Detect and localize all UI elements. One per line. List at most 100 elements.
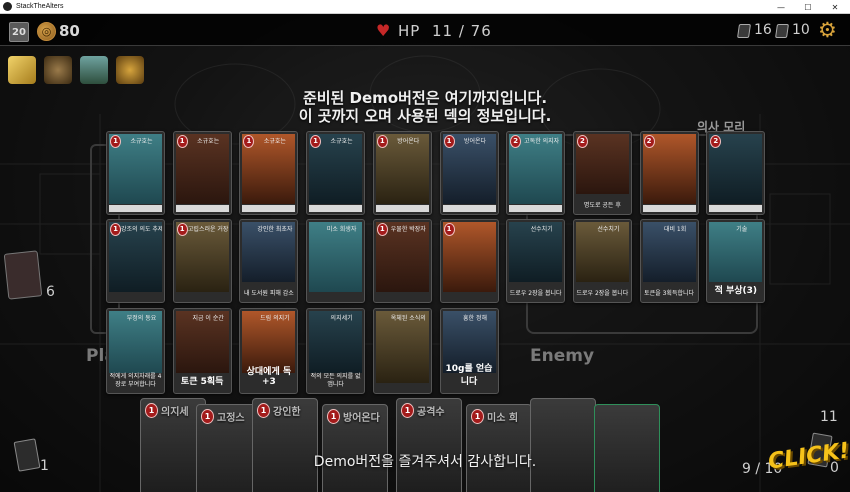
discard-pile-count: 10 [792,22,810,38]
app-icon [3,2,12,11]
side-pile-card[interactable] [3,250,43,300]
card-effect: 적 부상(3) [714,286,758,296]
card-cost: 1 [376,223,388,236]
thanks-message: Demo버전을 즐겨주셔서 감사합니다. [313,454,537,470]
card-name: 옥체된 소식의 [390,315,426,322]
hand-card[interactable]: 1 강인한 [252,398,318,492]
jar-icon[interactable] [80,56,108,84]
deck-card[interactable]: 1 방어온다 [439,131,499,215]
hand-card[interactable]: 1 공격수 [396,398,462,492]
sword-shield-icon[interactable] [116,56,144,84]
card-cost: 2 [643,135,655,148]
card-cost: 2 [576,135,588,148]
card-effect: 10g를 얻습니다 [445,364,493,387]
deck-card[interactable]: 1 [439,219,499,303]
card-description: 내 도서원 피해 감소 [243,290,294,297]
card-footer [375,205,429,212]
deck-card[interactable]: 1 소규호는 [172,131,232,215]
deck-card[interactable]: 1 우물한 박장자 [372,219,432,303]
card-footer [709,205,763,212]
card-name: 고독한 의지자 [524,138,560,145]
gold-value: 80 [59,22,80,40]
card-name: 고립스러운 거장 [187,226,229,233]
hand-card[interactable]: 1 방어온다 [322,404,388,492]
card-footer [509,205,563,212]
hand-card-cost: 1 [327,409,340,424]
deck-card[interactable]: 1 방어온다 [372,131,432,215]
card-name: 소규호는 [330,138,353,145]
hand-card-name: 공격수 [417,407,445,418]
deck-card[interactable]: 2 고독한 의지자 [506,131,566,215]
hand-card-name: 강인한 [273,407,301,418]
deck-card[interactable]: 2 [706,131,766,215]
card-name: 미소 희생자 [326,226,357,233]
maximize-button[interactable]: ☐ [795,0,821,14]
card-description: 명도로 공든 후 [583,202,621,209]
gear-icon[interactable]: ⚙ [818,19,837,41]
deck-card[interactable]: 기술 적 부상(3) [706,219,766,303]
deck-card[interactable]: 1 소규호는 [106,131,165,215]
gold-bar-icon[interactable] [8,56,36,84]
card-name: 강조의 의도 추제 [121,226,162,233]
hand-card-cost: 1 [257,403,270,418]
card-description: 적에게 의지자래를 4장로 부여합니다 [109,373,162,388]
left-pile-count: 6 [46,284,55,300]
hand-card[interactable] [594,404,660,492]
hand-card-cost: 1 [145,403,158,418]
card-footer [309,205,363,212]
close-button[interactable]: ✕ [822,0,848,14]
minimize-button[interactable]: — [768,0,794,14]
card-footer [109,205,162,212]
deck-card[interactable]: 지금 이 순간 토큰 5획득 [172,308,232,394]
hand-card-name: 고정스 [217,413,245,424]
hp-value: 11 / 76 [432,22,492,40]
deck-card[interactable]: 미소 희생자 [306,219,366,303]
card-name: 지금 이 순간 [192,315,224,322]
deck-card[interactable]: 1 소규호는 [306,131,366,215]
card-footer [175,205,229,212]
card-name: 방어온다 [397,138,420,145]
hp-label: HP [398,22,421,40]
deck-card[interactable]: 선수치기 드로우 2장을 봅니다 [506,219,566,303]
card-name: 드림 의지기 [260,315,290,322]
card-name: 소규호는 [263,138,286,145]
hand-card[interactable]: 1 미소 희 [466,404,532,492]
deck-card[interactable]: 강인한 최초자 내 도서원 피해 감소 [239,219,299,303]
card-name: 부정의 동요 [126,315,157,322]
card-description: 드로우 2장을 봅니다 [509,290,562,297]
window-title: StackTheAlters [16,3,64,10]
hand-card-name: 방어온다 [343,413,380,424]
card-name: 소규호는 [130,138,153,145]
card-name: 방어온다 [463,138,487,145]
hand-card-cost: 1 [201,409,214,424]
calendar-icon: 20 [9,22,29,42]
deck-card[interactable]: 의지세기 적의 모든 의지를 없앱니다 [306,308,366,394]
hand-card-cost: 1 [401,403,414,418]
deck-card[interactable]: 1 소규호는 [239,131,299,215]
deck-card[interactable]: 흥한 정해 10g를 얻습니다 [439,308,499,394]
card-description: 드로우 2장을 봅니다 [576,290,629,297]
magnifier-icon[interactable] [44,56,72,84]
game-area: 20 ◎ 80 ♥ HP 11 / 76 16 10 ⚙ 준비된 Demo버전은… [0,14,850,492]
card-cost: 1 [443,223,455,236]
hand-card-name: 미소 희 [487,413,519,424]
deck-card[interactable]: 1 강조의 의도 추제 [106,219,165,303]
deck-card[interactable]: 드림 의지기 상대에게 독+3 [239,308,299,394]
card-cost: 1 [443,135,455,148]
card-cost: 1 [376,135,388,148]
hand-card-cost: 1 [471,409,484,424]
deck-card[interactable]: 옥체된 소식의 [372,308,432,394]
discard-pile-icon[interactable] [775,24,789,38]
deck-card[interactable]: 부정의 동요적에게 의지자래를 4장로 부여합니다 [106,308,165,394]
card-cost: 1 [110,223,121,236]
card-cost: 1 [176,223,188,236]
deck-card[interactable]: 대비 1회 토큰을 3획득합니다 [639,219,699,303]
card-name: 선수치기 [597,226,620,233]
deck-card[interactable]: 2 [639,131,699,215]
hand-card-name: 의지세 [161,407,189,418]
deck-card[interactable]: 선수치기드로우 2장을 봅니다 [572,219,632,303]
deck-card[interactable]: 2 명도로 공든 후 [572,131,632,215]
draw-pile-icon[interactable] [737,24,751,38]
hand-card[interactable] [530,398,596,492]
deck-card[interactable]: 1 고립스러운 거장 [172,219,232,303]
